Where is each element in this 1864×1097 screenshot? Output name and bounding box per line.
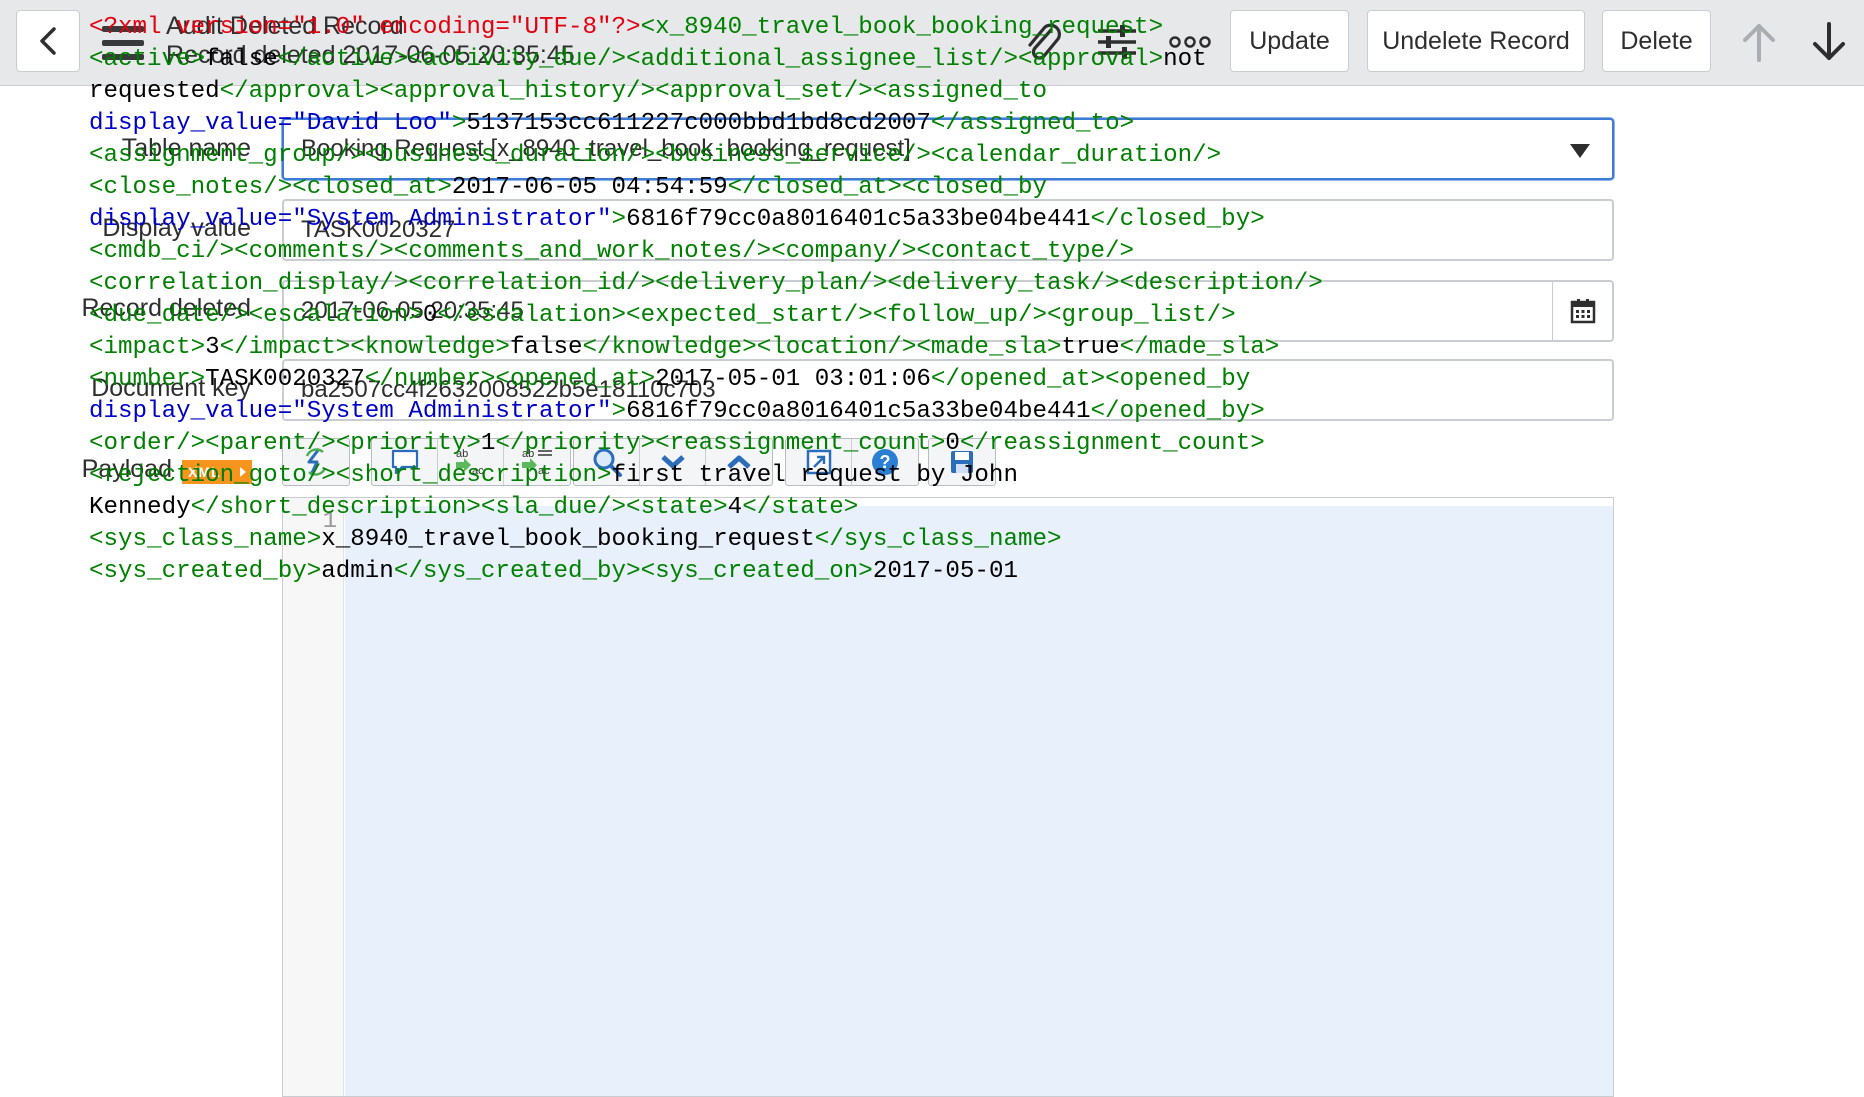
code-line: display_value="System Administrator">681… <box>89 204 1323 236</box>
code-token: </priority><reassignment_count> <box>495 430 946 457</box>
code-line: display_value="David Loo">5137153cc61122… <box>89 108 1323 140</box>
code-line: display_value="System Administrator">681… <box>89 396 1323 428</box>
code-token: <rejection_goto/><short_description> <box>89 462 612 489</box>
code-token: </reassignment_count> <box>959 430 1265 457</box>
calendar-button[interactable] <box>1552 280 1614 342</box>
code-token: </sys_class_name> <box>814 526 1062 553</box>
code-token: false <box>205 46 278 73</box>
code-token: <cmdb_ci/><comments/><comments_and_work_… <box>89 238 1135 265</box>
code-token: </closed_at><closed_by <box>727 174 1047 201</box>
code-token: 0 <box>422 302 438 329</box>
xml-payload-text: <?xml version="1.0" encoding="UTF-8"?><x… <box>89 12 1323 588</box>
calendar-icon <box>1570 299 1595 324</box>
code-line: <order/><parent/><priority>1</priority><… <box>89 428 1323 460</box>
code-token: TASK0020327 <box>205 366 365 393</box>
code-token: 2017-05-01 03:01:06 <box>655 366 931 393</box>
code-token: </number><opened_at> <box>364 366 656 393</box>
code-token: <assignment_group/><business_duration/><… <box>89 142 1222 169</box>
code-token: <sys_class_name> <box>89 526 322 553</box>
code-token: 2017-05-01 <box>872 558 1018 585</box>
code-token: requested <box>89 78 220 105</box>
code-token: > <box>451 110 467 137</box>
code-line: <close_notes/><closed_at>2017-06-05 04:5… <box>89 172 1323 204</box>
arrow-down-icon[interactable] <box>1805 18 1853 66</box>
code-token: <close_notes/><closed_at> <box>89 174 452 201</box>
code-token: "System Administrator" <box>292 206 612 233</box>
back-chevron-icon <box>40 27 56 55</box>
code-token: admin <box>321 558 394 585</box>
arrow-up-icon[interactable] <box>1735 18 1783 66</box>
code-token: Kennedy <box>89 494 191 521</box>
code-token: > <box>611 206 627 233</box>
code-token: 6816f79cc0a8016401c5a33be04be441 <box>626 398 1091 425</box>
code-token: </escalation><expected_start/><follow_up… <box>437 302 1236 329</box>
code-token: false <box>509 334 583 361</box>
code-token: <active> <box>89 46 206 73</box>
code-line: <?xml version="1.0" encoding="UTF-8"?><x… <box>89 12 1323 44</box>
code-token: <?xml version="1.0" encoding="UTF-8"?> <box>89 14 641 41</box>
active-line-highlight <box>345 506 1613 1096</box>
code-token: </knowledge><location/><made_sla> <box>582 334 1062 361</box>
code-token: <number> <box>89 366 206 393</box>
code-token: "System Administrator" <box>292 398 612 425</box>
code-token: </approval><approval_history/><approval_… <box>219 78 1047 105</box>
code-token: 4 <box>727 494 743 521</box>
code-token: true <box>1061 334 1120 361</box>
code-token: </opened_at><opened_by <box>930 366 1251 393</box>
code-token: </sys_created_by><sys_created_on> <box>393 558 873 585</box>
code-token: </active><activity_due/><additional_assi… <box>277 46 1164 73</box>
code-token: </impact><knowledge> <box>219 334 510 361</box>
back-button[interactable] <box>16 10 80 72</box>
code-token: display_value= <box>89 110 293 137</box>
code-line: <active>false</active><activity_due/><ad… <box>89 44 1323 76</box>
code-line: <assignment_group/><business_duration/><… <box>89 140 1323 172</box>
code-line: <rejection_goto/><short_description>firs… <box>89 460 1323 492</box>
code-token: 6816f79cc0a8016401c5a33be04be441 <box>626 206 1091 233</box>
code-token: 5137153cc611227c000bbd1bd8cd2007 <box>466 110 931 137</box>
code-line: <cmdb_ci/><comments/><comments_and_work_… <box>89 236 1323 268</box>
code-token: first travel request by John <box>611 462 1018 489</box>
code-token: 1 <box>480 430 496 457</box>
code-token: not <box>1163 46 1207 73</box>
code-token: display_value= <box>89 398 293 425</box>
delete-button[interactable]: Delete <box>1602 10 1711 72</box>
code-token: display_value= <box>89 206 293 233</box>
code-line: <sys_class_name>x_8940_travel_book_booki… <box>89 524 1323 556</box>
code-line: <sys_created_by>admin</sys_created_by><s… <box>89 556 1323 588</box>
code-line: <impact>3</impact><knowledge>false</know… <box>89 332 1323 364</box>
code-token: </short_description><sla_due/><state> <box>190 494 728 521</box>
code-token: <sys_created_by> <box>89 558 322 585</box>
code-token: </made_sla> <box>1119 334 1280 361</box>
code-token: "David Loo" <box>292 110 452 137</box>
dropdown-arrow-icon <box>1570 144 1590 158</box>
code-token: </closed_by> <box>1090 206 1265 233</box>
code-token: <correlation_display/><correlation_id/><… <box>89 270 1323 297</box>
code-line: requested</approval><approval_history/><… <box>89 76 1323 108</box>
code-token: <x_8940_travel_book_booking_request> <box>640 14 1164 41</box>
code-token: </assigned_to> <box>930 110 1135 137</box>
code-token: 2017-06-05 04:54:59 <box>451 174 728 201</box>
code-line: <correlation_display/><correlation_id/><… <box>89 268 1323 300</box>
code-token: 3 <box>205 334 220 361</box>
code-line: <due_date/><escalation>0</escalation><ex… <box>89 300 1323 332</box>
undelete-record-button[interactable]: Undelete Record <box>1367 10 1585 72</box>
code-token: <due_date/><escalation> <box>89 302 423 329</box>
code-line: <number>TASK0020327</number><opened_at>2… <box>89 364 1323 396</box>
code-token: x_8940_travel_book_booking_request <box>321 526 815 553</box>
code-token: <impact> <box>89 334 206 361</box>
code-token: 0 <box>945 430 960 457</box>
code-token: </opened_by> <box>1090 398 1265 425</box>
code-line: Kennedy</short_description><sla_due/><st… <box>89 492 1323 524</box>
code-token: <order/><parent/><priority> <box>89 430 481 457</box>
code-token: > <box>611 398 627 425</box>
code-token: </state> <box>742 494 859 521</box>
